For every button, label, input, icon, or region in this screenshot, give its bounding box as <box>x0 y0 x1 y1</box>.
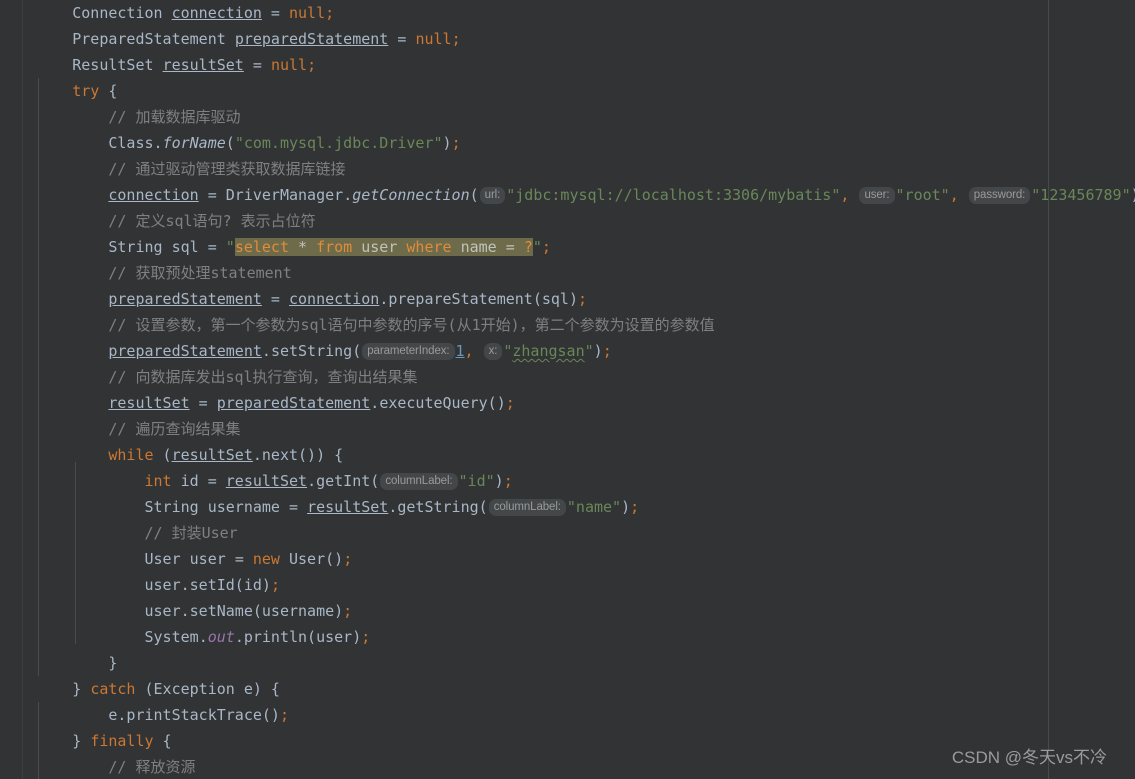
string-literal-zhangsan: zhangsan <box>512 342 585 360</box>
code-line[interactable]: } <box>0 650 1135 676</box>
code-line[interactable]: try { <box>0 78 1135 104</box>
code-line-while[interactable]: while (resultSet.next()) { <box>0 442 1135 468</box>
code-lines: Connection connection = null; PreparedSt… <box>0 0 1135 779</box>
code-line[interactable]: resultSet = preparedStatement.executeQue… <box>0 390 1135 416</box>
inlay-hint-parameter-index: parameterIndex: <box>362 343 455 360</box>
inlay-hint-user: user: <box>859 187 895 204</box>
code-line[interactable]: user.setName(username); <box>0 598 1135 624</box>
number-literal: 1 <box>455 342 465 360</box>
code-line-comment[interactable]: // 遍历查询结果集 <box>0 416 1135 442</box>
code-line-comment[interactable]: // 通过驱动管理类获取数据库链接 <box>0 156 1135 182</box>
code-line[interactable]: user.setId(id); <box>0 572 1135 598</box>
code-line-comment[interactable]: // 封装User <box>0 520 1135 546</box>
code-line-comment[interactable]: // 向数据库发出sql执行查询，查询出结果集 <box>0 364 1135 390</box>
code-line-sql[interactable]: String sql = "select * from user where n… <box>0 234 1135 260</box>
csdn-watermark: CSDN @冬天vs不冷 <box>951 748 1107 767</box>
code-line[interactable]: PreparedStatement preparedStatement = nu… <box>0 26 1135 52</box>
sql-injection-fragment[interactable]: select * from user where name = ? <box>234 238 533 256</box>
code-line-getconnection[interactable]: connection = DriverManager.getConnection… <box>0 182 1135 208</box>
code-line-comment[interactable]: // 加载数据库驱动 <box>0 104 1135 130</box>
inlay-hint-url: url: <box>479 187 506 204</box>
code-line-getint[interactable]: int id = resultSet.getInt(columnLabel: "i… <box>0 468 1135 494</box>
code-line-setstring[interactable]: preparedStatement.setString(parameterInd… <box>0 338 1135 364</box>
code-line-catch[interactable]: } catch (Exception e) { <box>0 676 1135 702</box>
code-line[interactable]: Connection connection = null; <box>0 0 1135 26</box>
inlay-hint-x: x: <box>483 343 503 360</box>
code-line-comment[interactable]: // 获取预处理statement <box>0 260 1135 286</box>
code-line-getstring[interactable]: String username = resultSet.getString(co… <box>0 494 1135 520</box>
code-editor[interactable]: Connection connection = null; PreparedSt… <box>0 0 1135 779</box>
code-line-comment[interactable]: // 定义sql语句? 表示占位符 <box>0 208 1135 234</box>
code-line[interactable]: Class.forName("com.mysql.jdbc.Driver"); <box>0 130 1135 156</box>
inlay-hint-column-label-id: columnLabel: <box>380 473 458 490</box>
code-line[interactable]: preparedStatement = connection.prepareSt… <box>0 286 1135 312</box>
editor-gutter[interactable] <box>0 0 23 779</box>
code-line[interactable]: e.printStackTrace(); <box>0 702 1135 728</box>
code-line-println[interactable]: System.out.println(user); <box>0 624 1135 650</box>
code-line-comment[interactable]: // 设置参数，第一个参数为sql语句中参数的序号(从1开始)，第二个参数为设置… <box>0 312 1135 338</box>
inlay-hint-column-label-name: columnLabel: <box>488 499 566 516</box>
code-line[interactable]: ResultSet resultSet = null; <box>0 52 1135 78</box>
code-line[interactable]: User user = new User(); <box>0 546 1135 572</box>
inlay-hint-password: password: <box>968 187 1031 204</box>
